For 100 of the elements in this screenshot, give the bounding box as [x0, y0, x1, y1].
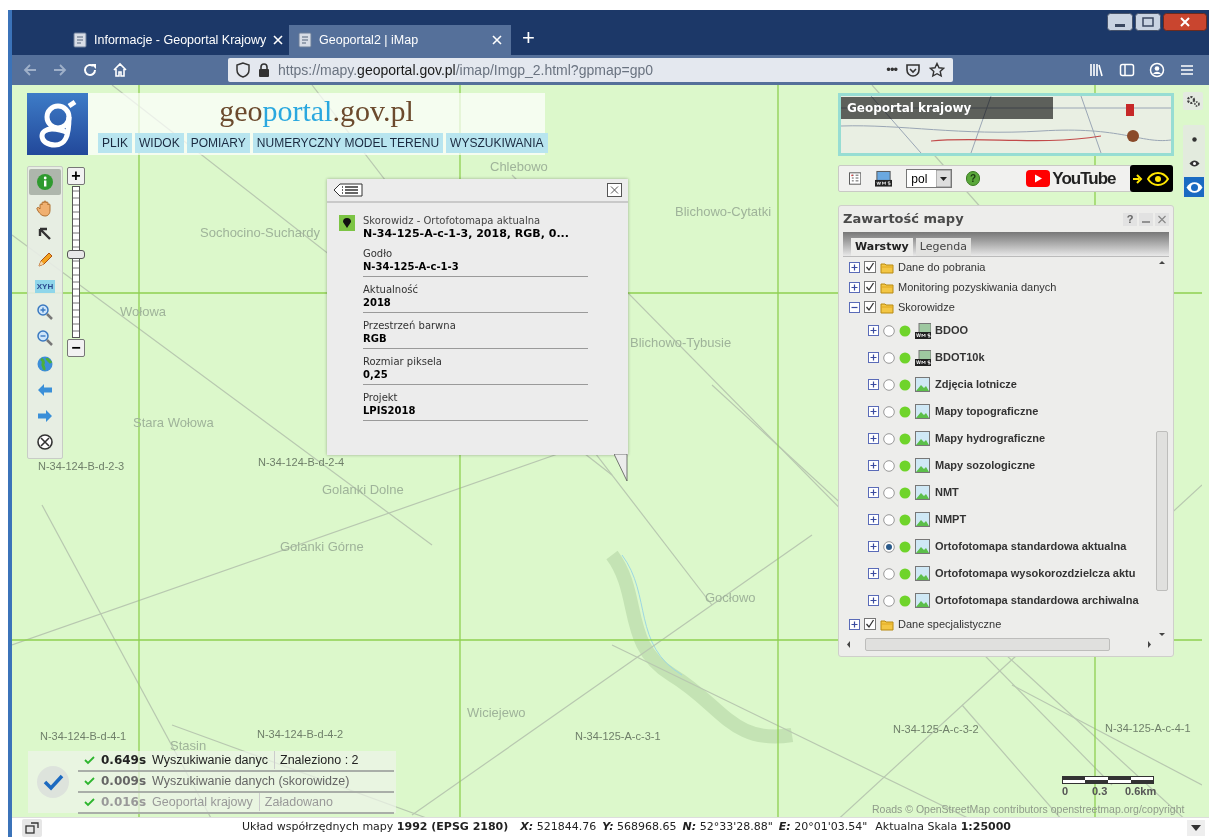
coordinate-value: E: 20°01'03.54": [778, 819, 868, 836]
eye-size-button[interactable]: [1184, 177, 1204, 197]
scrollbar-thumb[interactable]: [865, 638, 1110, 651]
star-icon[interactable]: [929, 62, 945, 78]
maximize-icon[interactable]: [1135, 13, 1161, 31]
expand-icon[interactable]: [849, 261, 860, 273]
radio-button[interactable]: [883, 351, 895, 364]
radio-button[interactable]: [883, 486, 895, 499]
layer-label[interactable]: NMPT: [935, 511, 967, 528]
play-button-icon[interactable]: [1026, 170, 1051, 187]
expand-icon[interactable]: [868, 406, 879, 417]
radio-button[interactable]: [883, 405, 895, 418]
selected-radio-button[interactable]: [883, 540, 895, 553]
radio-button[interactable]: [883, 513, 895, 526]
address-bar[interactable]: https://mapy.geoportal.gov.pl/imap/Imgp_2.html?gpmap=gp0 •••: [228, 58, 953, 82]
eye-icon: [1147, 171, 1170, 186]
layer-label[interactable]: Mapy topograficzne: [935, 403, 1039, 420]
layer-group-label[interactable]: Monitoring pozyskiwania danych: [898, 278, 1057, 296]
layer-label[interactable]: Mapy sozologiczne: [935, 457, 1036, 474]
radio-button[interactable]: [883, 378, 895, 391]
close-icon[interactable]: [1163, 13, 1207, 31]
help-button[interactable]: ?: [1123, 212, 1137, 226]
language-select[interactable]: pol: [906, 169, 952, 188]
settings-button[interactable]: [1183, 92, 1203, 110]
map-sheet-label: N-34-124-B-d-2-4: [258, 457, 345, 468]
radio-button[interactable]: [883, 324, 895, 337]
window-toggle-button[interactable]: [22, 818, 42, 837]
eye-icon: [1185, 181, 1203, 193]
checked-checkbox[interactable]: [864, 281, 876, 293]
status-message: Znaleziono : 2: [274, 750, 359, 770]
layer-label[interactable]: NMT: [935, 484, 959, 501]
place-label: Golanki Górne: [280, 540, 364, 553]
layer-group-label[interactable]: Dane specjalistyczne: [898, 615, 1002, 633]
zoom-out-button[interactable]: −: [67, 339, 85, 357]
layer-label[interactable]: BDOO: [935, 322, 968, 339]
youtube-link[interactable]: YouTube: [1052, 170, 1116, 187]
pocket-icon[interactable]: [905, 62, 921, 78]
minimize-icon[interactable]: [1107, 13, 1133, 31]
expand-icon[interactable]: [849, 281, 860, 293]
legend-icon[interactable]: [849, 172, 862, 185]
expand-icon[interactable]: [868, 433, 879, 444]
elapsed-time: 0.649s: [101, 752, 147, 769]
layer-label[interactable]: Ortofotomapa standardowa aktualna: [935, 538, 1127, 555]
wms-icon[interactable]: [875, 169, 893, 188]
zoom-slider-thumb[interactable]: [67, 250, 85, 260]
layer-group-label[interactable]: Skorowidze: [898, 298, 955, 316]
menu-button[interactable]: WYSZUKIWANIA: [446, 133, 548, 153]
radio-button[interactable]: [883, 459, 895, 472]
browser-tab[interactable]: Informacje - Geoportal Krajowy: [64, 25, 286, 55]
checked-checkbox[interactable]: [864, 618, 876, 630]
zoom-out-icon: [36, 329, 54, 347]
help-button[interactable]: ?: [966, 171, 981, 186]
layer-label[interactable]: Mapy hydrograficzne: [935, 430, 1046, 447]
panel-tab[interactable]: Warstwy: [851, 238, 913, 256]
layer-label[interactable]: Ortofotomapa wysokorozdzielcza aktu: [935, 565, 1136, 582]
menu-button[interactable]: PLIK: [98, 133, 132, 153]
expand-icon[interactable]: [868, 352, 879, 363]
expand-icon[interactable]: [868, 487, 879, 498]
reload-icon[interactable]: [82, 62, 98, 78]
menu-icon[interactable]: [1179, 62, 1195, 78]
home-icon[interactable]: [112, 62, 128, 78]
expand-icon[interactable]: [868, 514, 879, 525]
menu-button[interactable]: NUMERYCZNY MODEL TERENU: [252, 133, 444, 153]
close-icon[interactable]: [607, 183, 622, 197]
map-tool-button[interactable]: XYH: [29, 273, 61, 299]
expand-icon[interactable]: [868, 460, 879, 471]
layer-group-label[interactable]: Dane do pobrania: [898, 258, 986, 276]
list-icon[interactable]: [333, 183, 363, 197]
collapse-icon[interactable]: [849, 301, 860, 313]
radio-button[interactable]: [883, 594, 895, 607]
expand-icon[interactable]: [868, 325, 879, 336]
zoom-in-button[interactable]: +: [67, 167, 85, 185]
radio-button[interactable]: [883, 432, 895, 445]
scrollbar-thumb[interactable]: [1156, 431, 1168, 591]
new-tab-button[interactable]: +: [522, 27, 535, 49]
expand-icon[interactable]: [868, 568, 879, 579]
expand-icon[interactable]: [868, 541, 879, 552]
expand-icon[interactable]: [868, 379, 879, 390]
checked-checkbox[interactable]: [864, 301, 876, 313]
map-sheet-label: N-34-125-A-c-4-1: [1105, 723, 1191, 734]
layer-label[interactable]: Zdjęcia lotnicze: [935, 376, 1017, 393]
layer-label[interactable]: Ortofotomapa standardowa archiwalna: [935, 592, 1139, 609]
menu-button[interactable]: POMIARY: [186, 133, 250, 153]
radio-button[interactable]: [883, 567, 895, 580]
library-icon[interactable]: [1089, 62, 1105, 78]
layer-label[interactable]: BDOT10k: [935, 349, 985, 366]
elapsed-time: 0.016s: [101, 794, 147, 811]
expand-icon[interactable]: [849, 618, 860, 630]
overview-map[interactable]: Geoportal krajowy: [838, 93, 1174, 156]
site-logo-text[interactable]: geoportal.gov.pl: [219, 95, 414, 127]
checked-checkbox[interactable]: [864, 261, 876, 273]
sidebar-icon[interactable]: [1119, 62, 1135, 78]
expand-icon[interactable]: [868, 595, 879, 606]
panel-tab[interactable]: Legenda: [915, 238, 971, 256]
expand-button[interactable]: [1187, 819, 1205, 836]
menu-button[interactable]: WIDOK: [135, 133, 184, 153]
browser-tab[interactable]: Geoportal2 | iMap: [289, 25, 511, 55]
page-actions-button[interactable]: •••: [886, 60, 897, 80]
account-icon[interactable]: [1149, 62, 1165, 78]
contrast-button[interactable]: [1129, 165, 1173, 192]
